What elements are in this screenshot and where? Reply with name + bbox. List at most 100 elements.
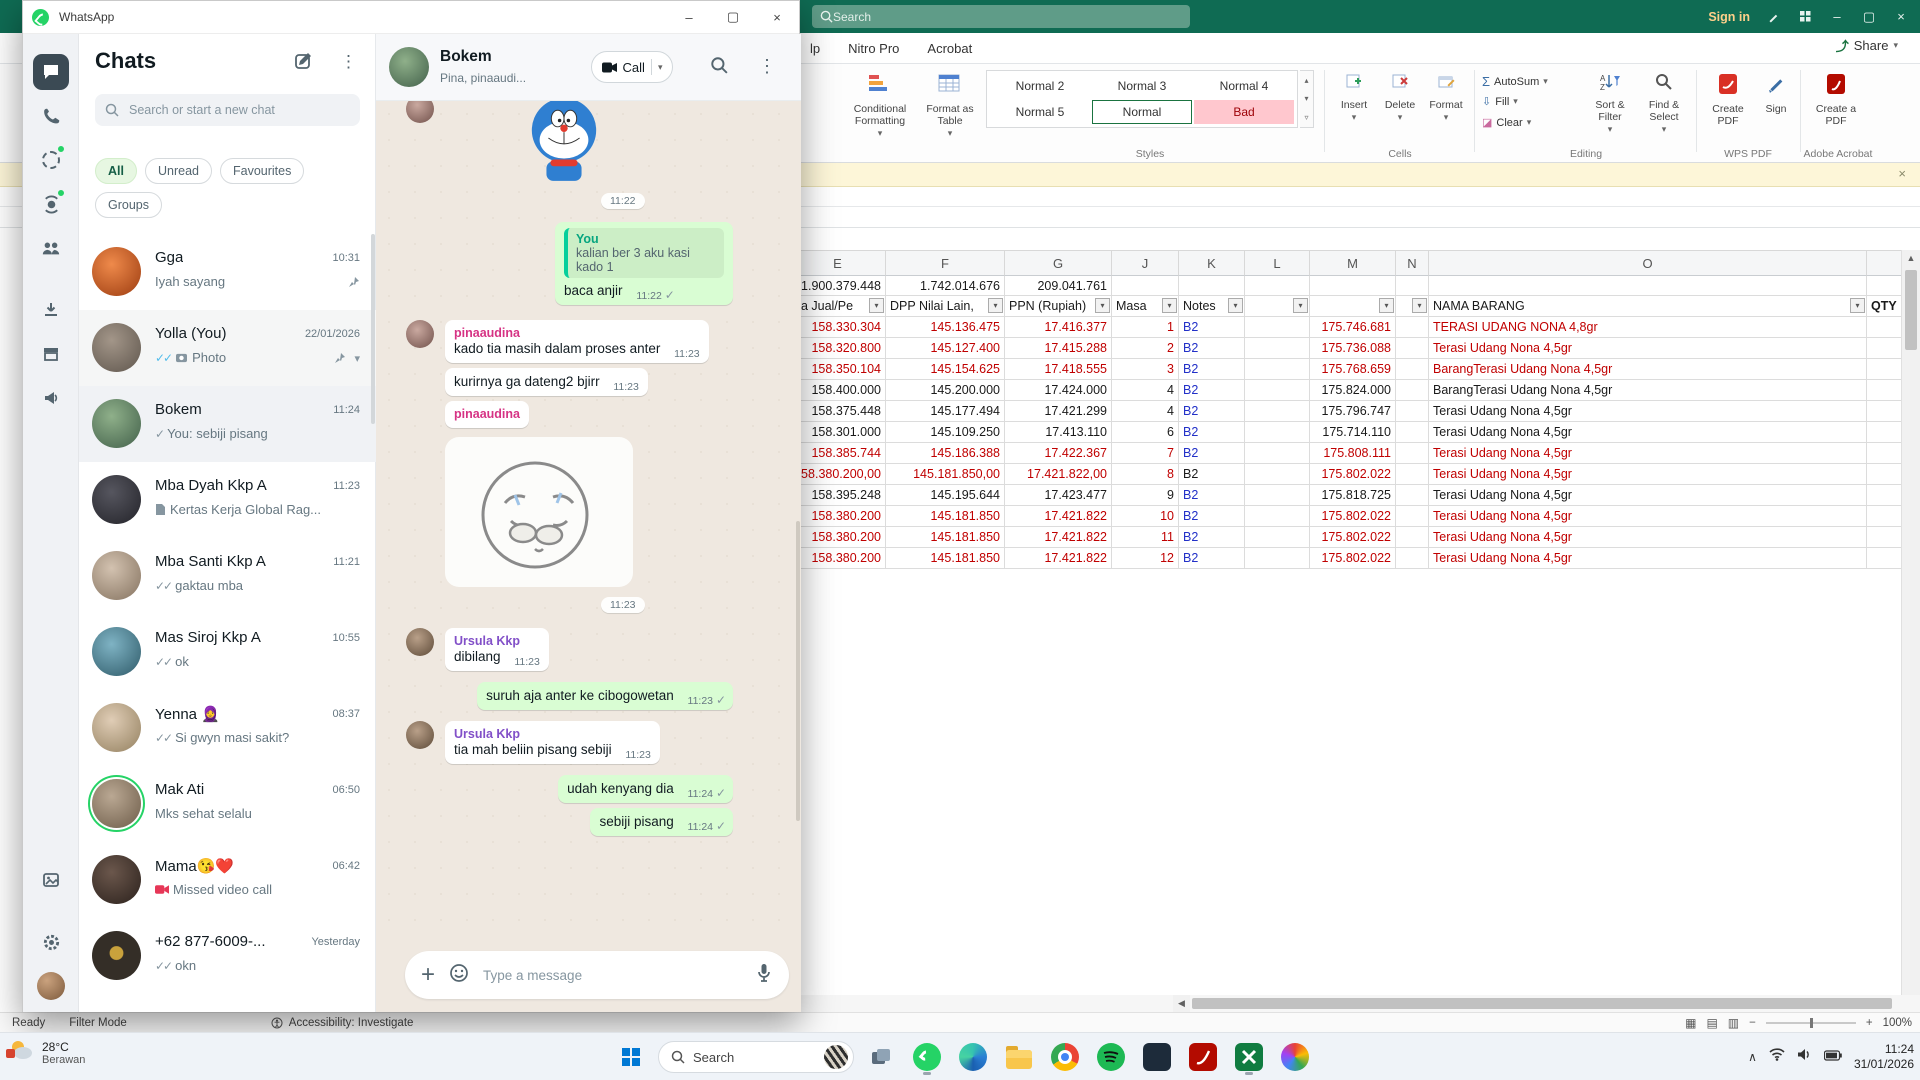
filter-header-cell[interactable]: ga Jual/Pe▾ [790,296,886,317]
cell[interactable]: 12 [1112,548,1179,569]
cell[interactable]: 1.742.014.676 [886,276,1005,296]
minimize-button[interactable]: – [667,1,711,33]
share-button[interactable]: ⤴ Share ▾ [1836,36,1898,55]
cell[interactable] [1179,276,1245,296]
taskbar-clock[interactable]: 11:24 31/01/2026 [1854,1042,1914,1072]
chat-list-item[interactable]: +62 877-6009-... Yesterday ✓✓okn [79,918,376,994]
cell[interactable]: 158.380.200 [790,506,886,527]
filter-dropdown-icon[interactable]: ▾ [1228,298,1243,313]
cell[interactable]: 17.424.000 [1005,380,1112,401]
col-header[interactable]: M [1310,250,1396,276]
cell[interactable]: 175.736.088 [1310,338,1396,359]
cell[interactable]: 158.350.104 [790,359,886,380]
download-app-icon[interactable] [33,292,69,328]
taskbar-acrobat[interactable] [1184,1038,1222,1076]
insert-button[interactable]: Insert ▾ [1332,72,1376,123]
filter-dropdown-icon[interactable]: ▾ [1412,298,1427,313]
taskbar-colorful-app[interactable] [1276,1038,1314,1076]
cell[interactable] [1396,443,1429,464]
cell[interactable]: 145.181.850 [886,527,1005,548]
cell[interactable]: 145.181.850 [886,548,1005,569]
taskbar-chrome[interactable] [1046,1038,1084,1076]
cell[interactable]: Terasi Udang Nona 4,5gr [1429,338,1867,359]
cell[interactable]: 145.186.388 [886,443,1005,464]
sender-name[interactable]: pinaaudina [454,326,700,340]
cell[interactable]: B2 [1179,422,1245,443]
start-button[interactable] [612,1038,650,1076]
cell[interactable]: B2 [1179,527,1245,548]
whatsapp-titlebar[interactable]: WhatsApp – ▢ × [23,1,799,34]
cell[interactable] [1245,359,1310,380]
cell[interactable]: Terasi Udang Nona 4,5gr [1429,527,1867,548]
cell[interactable]: 175.818.725 [1310,485,1396,506]
sort-filter-button[interactable]: AZ Sort & Filter ▾ [1584,72,1636,135]
taskbar-dark-app[interactable] [1138,1038,1176,1076]
excel-search-input[interactable] [833,10,1133,24]
cell[interactable]: 17.418.555 [1005,359,1112,380]
find-select-button[interactable]: Find & Select ▾ [1638,72,1690,135]
cell[interactable]: 158.385.744 [790,443,886,464]
search-in-chat-icon[interactable] [710,56,728,79]
gallery-up-icon[interactable]: ▴ [1304,76,1308,85]
cell[interactable]: Terasi Udang Nona 4,5gr [1429,464,1867,485]
cell[interactable]: 158.301.000 [790,422,886,443]
cell[interactable]: 17.421.822,00 [1005,464,1112,485]
cell[interactable]: 2 [1112,338,1179,359]
normal-view-icon[interactable]: ▦ [1685,1016,1696,1030]
style-normal[interactable]: Normal [1092,100,1192,124]
cell[interactable]: 145.177.494 [886,401,1005,422]
delete-button[interactable]: Delete ▾ [1378,72,1422,123]
cell[interactable]: 17.421.822 [1005,548,1112,569]
cell[interactable]: 10 [1112,506,1179,527]
taskbar-excel[interactable] [1230,1038,1268,1076]
edit-icon[interactable] [1764,8,1782,26]
cell[interactable]: 158.330.304 [790,317,886,338]
chevron-down-icon[interactable]: ▾ [354,352,360,365]
close-button[interactable]: × [1892,8,1910,26]
col-header[interactable]: N [1396,250,1429,276]
zoom-out-icon[interactable]: − [1749,1017,1756,1029]
sender-name[interactable]: Ursula Kkp [454,634,540,648]
media-icon[interactable] [33,862,69,898]
cell[interactable] [1396,276,1429,296]
filter-groups[interactable]: Groups [95,192,162,218]
cell[interactable] [1310,276,1396,296]
cell[interactable] [1245,401,1310,422]
zoom-slider[interactable] [1766,1022,1856,1024]
cell[interactable]: BarangTerasi Udang Nona 4,5gr [1429,380,1867,401]
message-incoming[interactable]: Ursula Kkp tia mah beliin pisang sebiji … [376,721,801,764]
cell[interactable]: 158.380.200,00 [790,464,886,485]
filter-header-cell[interactable]: DPP Nilai Lain,▾ [886,296,1005,317]
cell[interactable]: B2 [1179,464,1245,485]
create-a-pdf-button[interactable]: Create a PDF [1808,72,1864,127]
format-button[interactable]: Format ▾ [1424,72,1468,123]
filter-dropdown-icon[interactable]: ▾ [1162,298,1177,313]
message-incoming[interactable]: pinaaudina [376,401,801,428]
cell[interactable] [1429,276,1867,296]
chat-list-item[interactable]: Mba Dyah Kkp A 11:23 Kertas Kerja Global… [79,462,376,538]
minimize-button[interactable]: – [1828,8,1846,26]
filter-dropdown-icon[interactable]: ▾ [1095,298,1110,313]
conversation-header[interactable]: Bokem Pina, pinaaudi... Call ▾ ⋮ [376,34,801,101]
page-break-icon[interactable]: ▥ [1728,1016,1739,1030]
chats-tab[interactable] [33,54,69,90]
zoom-level[interactable]: 100% [1883,1017,1912,1029]
cell[interactable]: 17.423.477 [1005,485,1112,506]
tray-chevron-icon[interactable]: ∧ [1748,1050,1757,1064]
cell[interactable]: 145.109.250 [886,422,1005,443]
cell[interactable]: 175.714.110 [1310,422,1396,443]
cell[interactable]: B2 [1179,380,1245,401]
cell[interactable]: Terasi Udang Nona 4,5gr [1429,548,1867,569]
maximize-button[interactable]: ▢ [711,1,755,33]
cell[interactable]: 145.127.400 [886,338,1005,359]
cell[interactable]: BarangTerasi Udang Nona 4,5gr [1429,359,1867,380]
cell[interactable]: 7 [1112,443,1179,464]
menu-kebab-icon[interactable]: ⋮ [340,52,357,77]
volume-icon[interactable] [1797,1048,1812,1066]
cell[interactable] [1245,380,1310,401]
status-accessibility[interactable]: Accessibility: Investigate [259,1017,426,1029]
chat-list-item[interactable]: Yenna 🧕 08:37 ✓✓Si gwyn masi sakit? [79,690,376,766]
chat-list-item[interactable]: Mba Santi Kkp A 11:21 ✓✓gaktau mba [79,538,376,614]
col-header[interactable]: J [1112,250,1179,276]
filter-header-cell[interactable]: ▾ [1396,296,1429,317]
